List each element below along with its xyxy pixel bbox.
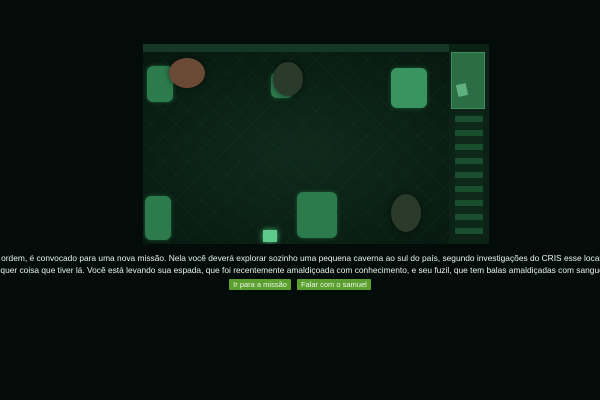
mission-description-line-2: alquer coisa que tiver lá. Você está lev… — [0, 265, 600, 275]
action-buttons: Ir para a missão Falar com o samuel — [0, 279, 600, 291]
filing-cabinet — [451, 52, 485, 109]
computer-monitor — [263, 230, 277, 242]
talk-to-samuel-button[interactable]: Falar com o samuel — [296, 279, 371, 290]
room-scene-image — [143, 44, 489, 244]
mission-description: da ordem, é convocado para uma nova miss… — [0, 252, 600, 276]
go-to-mission-button[interactable]: Ir para a missão — [229, 279, 291, 290]
top-wall — [143, 44, 489, 52]
desk-chair-top-right — [391, 68, 427, 108]
agent-bottom-right — [391, 194, 421, 232]
desk-chair-bottom-center — [297, 192, 337, 238]
paper-note — [455, 83, 469, 97]
desk-chair-bottom-left — [145, 196, 171, 240]
shelf — [455, 114, 483, 234]
mission-description-line-1: da ordem, é convocado para uma nova miss… — [0, 253, 600, 263]
agent-top-left — [169, 58, 205, 88]
agent-top-center — [273, 62, 303, 96]
